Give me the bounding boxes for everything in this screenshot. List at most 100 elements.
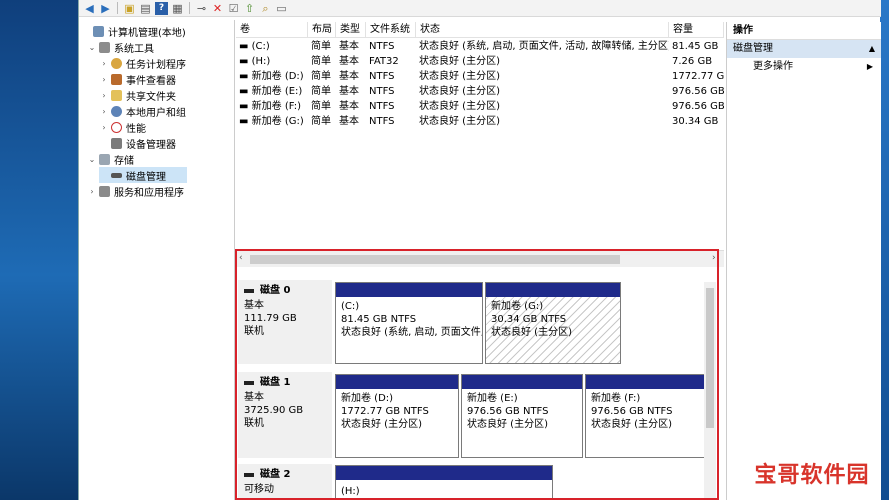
tree-item-storage[interactable]: ⌄ 存储 <box>87 151 134 167</box>
partition-block[interactable]: (C:) 81.45 GB NTFS 状态良好 (系统, 启动, 页面文件, <box>335 282 483 364</box>
help-icon[interactable]: ? <box>155 1 168 15</box>
chevron-right-icon[interactable]: › <box>87 187 97 196</box>
volume-icon: ▬ <box>239 56 252 67</box>
search-document-icon[interactable]: ⌕ <box>259 2 272 15</box>
chevron-right-icon[interactable]: › <box>99 107 109 116</box>
partition-header-bar <box>336 375 458 389</box>
volume-layout-cell: 简单 <box>311 101 331 112</box>
horizontal-scrollbar[interactable]: ‹ › <box>236 250 724 267</box>
column-header-status[interactable]: 状态 <box>416 22 669 38</box>
delete-icon[interactable]: ✕ <box>211 2 224 15</box>
disk-size: 3725.90 GB <box>244 405 304 416</box>
volume-fs-cell: FAT32 <box>369 56 399 67</box>
partition-size: 976.56 GB NTFS <box>467 406 549 417</box>
disk-icon <box>244 288 254 293</box>
tree-item-label: 事件查看器 <box>126 75 176 87</box>
column-header-capacity[interactable]: 容量 <box>669 22 724 38</box>
tree-item-local-users[interactable]: › 本地用户和组 <box>99 103 186 119</box>
volume-layout-cell: 简单 <box>311 41 331 52</box>
view-icon[interactable]: ▭ <box>275 2 288 15</box>
properties-icon[interactable]: ▦ <box>171 2 184 15</box>
volume-status-cell: 状态良好 (主分区) <box>419 56 500 67</box>
back-icon[interactable]: ◀ <box>83 2 96 15</box>
device-manager-icon <box>111 137 122 149</box>
scrollbar-thumb[interactable] <box>706 288 714 428</box>
volume-fs-cell: NTFS <box>369 86 395 97</box>
partition-block[interactable]: 新加卷 (D:) 1772.77 GB NTFS 状态良好 (主分区) <box>335 374 459 458</box>
disk-label[interactable]: 磁盘 0 基本 111.79 GB 联机 <box>238 280 332 364</box>
chevron-down-icon[interactable]: ⌄ <box>87 43 97 52</box>
volume-name: 新加卷 (D:) <box>251 71 304 82</box>
partition-block-selected[interactable]: 新加卷 (G:) 30.34 GB NTFS 状态良好 (主分区) <box>485 282 621 364</box>
partition-block[interactable]: 新加卷 (E:) 976.56 GB NTFS 状态良好 (主分区) <box>461 374 583 458</box>
tree-item-disk-management[interactable]: 磁盘管理 <box>99 167 187 183</box>
forward-icon[interactable]: ▶ <box>99 2 112 15</box>
partition-info: 新加卷 (D:) 1772.77 GB NTFS 状态良好 (主分区) <box>336 389 458 434</box>
volume-name-cell: ▬ 新加卷 (E:) <box>236 84 308 99</box>
scroll-right-icon[interactable]: › <box>712 253 716 263</box>
volume-layout-cell: 简单 <box>311 56 331 67</box>
tree-item-device-manager[interactable]: 设备管理器 <box>99 135 176 151</box>
partition-block[interactable]: 新加卷 (F:) 976.56 GB NTFS 状态良好 (主分区) <box>585 374 707 458</box>
tree-item-shared-folders[interactable]: › 共享文件夹 <box>99 87 176 103</box>
connect-icon[interactable]: ⊸ <box>195 2 208 15</box>
more-actions-item[interactable]: 更多操作 ▶ <box>727 58 881 76</box>
show-hide-tree-icon[interactable]: ▤ <box>139 2 152 15</box>
volume-row[interactable]: ▬ 新加卷 (G:) 简单 基本 NTFS 状态良好 (主分区) 30.34 G… <box>236 114 724 129</box>
volume-name: 新加卷 (F:) <box>251 101 301 112</box>
actions-section-disk-management[interactable]: 磁盘管理 ▲ <box>727 40 881 58</box>
partition-header-bar <box>486 283 620 297</box>
volume-layout-cell: 简单 <box>311 71 331 82</box>
up-folder-icon[interactable]: ▣ <box>123 2 136 15</box>
volume-status-cell: 状态良好 (主分区) <box>419 116 500 127</box>
tree-item-performance[interactable]: › 性能 <box>99 119 146 135</box>
column-header-type[interactable]: 类型 <box>336 22 366 38</box>
tree-item-label: 存储 <box>114 155 134 167</box>
disk-graphical-view: 磁盘 0 基本 111.79 GB 联机 (C:) 81.45 GB NTFS … <box>236 268 716 500</box>
volume-status-cell: 状态良好 (主分区) <box>419 71 500 82</box>
partition-block[interactable]: (H:) <box>335 465 553 500</box>
volume-row[interactable]: ▬ (H:) 简单 基本 FAT32 状态良好 (主分区) 7.26 GB <box>236 54 724 69</box>
chevron-down-icon[interactable]: ⌄ <box>87 155 97 164</box>
column-header-volume[interactable]: 卷 <box>236 22 308 38</box>
volume-row[interactable]: ▬ 新加卷 (E:) 简单 基本 NTFS 状态良好 (主分区) 976.56 … <box>236 84 724 99</box>
disk-label[interactable]: 磁盘 2 可移动 <box>238 464 332 500</box>
partition-info: 新加卷 (F:) 976.56 GB NTFS 状态良好 (主分区) <box>586 389 706 434</box>
volume-row[interactable]: ▬ (C:) 简单 基本 NTFS 状态良好 (系统, 启动, 页面文件, 活动… <box>236 39 724 54</box>
vertical-scrollbar[interactable] <box>704 282 716 500</box>
partition-header-bar <box>462 375 582 389</box>
volume-layout-cell: 简单 <box>311 116 331 127</box>
tree-item-task-scheduler[interactable]: › 任务计划程序 <box>99 55 186 71</box>
volume-status-cell: 状态良好 (主分区) <box>419 86 500 97</box>
tree-item-label: 磁盘管理 <box>126 171 166 183</box>
column-header-layout[interactable]: 布局 <box>308 22 336 38</box>
actions-pane: 操作 磁盘管理 ▲ 更多操作 ▶ <box>726 22 881 500</box>
chevron-right-icon[interactable]: › <box>99 59 109 68</box>
collapse-up-icon[interactable]: ▲ <box>869 40 875 58</box>
column-header-filesystem[interactable]: 文件系统 <box>366 22 416 38</box>
actions-section-label: 磁盘管理 <box>733 43 773 54</box>
chevron-right-icon[interactable]: › <box>99 123 109 132</box>
tree-item-services-apps[interactable]: › 服务和应用程序 <box>87 183 184 199</box>
partition-header-bar <box>586 375 706 389</box>
chevron-right-icon[interactable]: › <box>99 75 109 84</box>
checklist-icon[interactable]: ☑ <box>227 2 240 15</box>
tree-item-label: 本地用户和组 <box>126 107 186 119</box>
volume-list-header: 卷 布局 类型 文件系统 状态 容量 <box>236 22 724 38</box>
chevron-right-icon[interactable]: › <box>99 91 109 100</box>
volume-icon: ▬ <box>239 86 252 97</box>
volume-row[interactable]: ▬ 新加卷 (D:) 简单 基本 NTFS 状态良好 (主分区) 1772.77… <box>236 69 724 84</box>
partition-name: 新加卷 (G:) <box>491 301 544 312</box>
scroll-left-icon[interactable]: ‹ <box>239 253 243 263</box>
export-icon[interactable]: ⇧ <box>243 2 256 15</box>
volume-row[interactable]: ▬ 新加卷 (F:) 简单 基本 NTFS 状态良好 (主分区) 976.56 … <box>236 99 724 114</box>
volume-fs-cell: NTFS <box>369 71 395 82</box>
tree-item-system-tools[interactable]: ⌄ 系统工具 <box>87 39 154 55</box>
tree-item-event-viewer[interactable]: › 事件查看器 <box>99 71 176 87</box>
shared-folder-icon <box>111 89 122 101</box>
disk-label[interactable]: 磁盘 1 基本 3725.90 GB 联机 <box>238 372 332 458</box>
disk-type: 可移动 <box>244 484 274 495</box>
scrollbar-thumb[interactable] <box>250 255 620 264</box>
partition-info: 新加卷 (E:) 976.56 GB NTFS 状态良好 (主分区) <box>462 389 582 434</box>
tree-item-root[interactable]: 计算机管理(本地) <box>81 23 186 39</box>
